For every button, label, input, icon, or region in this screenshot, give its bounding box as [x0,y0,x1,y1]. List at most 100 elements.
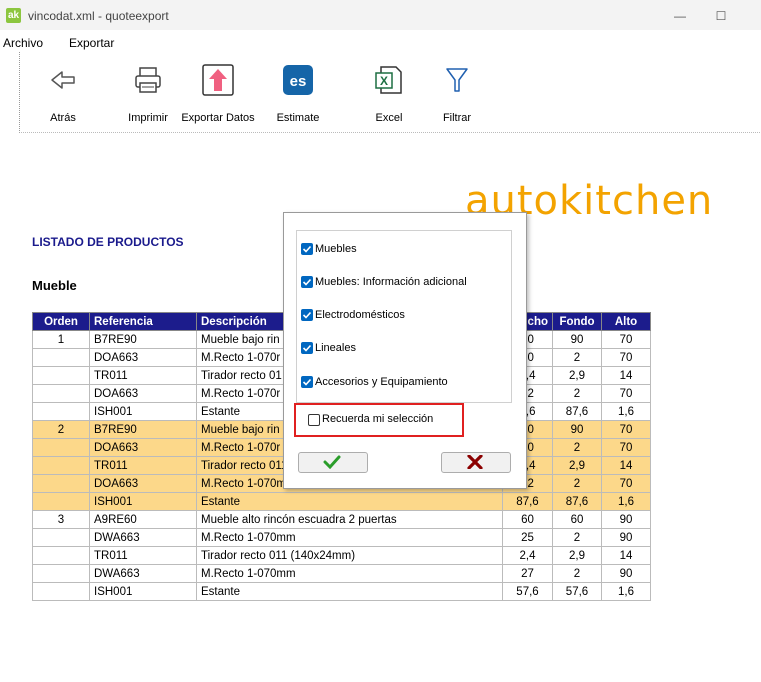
cell-fondo: 2 [552,564,602,583]
header-orden: Orden [32,312,90,331]
table-row: DWA663 M.Recto 1-070mm 25 2 90 [32,528,651,547]
window-title: vincodat.xml - quoteexport [28,9,169,23]
back-button[interactable]: Atrás [38,52,88,132]
checkbox-checked-icon[interactable] [301,243,313,255]
printer-icon [135,67,161,93]
cell-orden: 3 [32,510,90,529]
cell-referencia: DOA663 [89,438,197,457]
cell-alto: 90 [601,528,651,547]
cell-referencia: DOA663 [89,384,197,403]
header-alto: Alto [601,312,651,331]
toolbar: Atrás Imprimir Exportar Datos es Estimat… [19,52,761,133]
option-label: Muebles: Información adicional [315,276,467,288]
cell-referencia: DOA663 [89,474,197,493]
remember-selection-checkbox[interactable]: Recuerda mi selección [294,403,464,437]
option-label: Muebles [315,243,357,255]
cell-alto: 70 [601,474,651,493]
cell-ancho: 57,6 [502,582,553,601]
cell-referencia: B7RE90 [89,330,197,349]
cell-fondo: 2 [552,384,602,403]
cancel-button[interactable] [441,452,511,473]
cell-fondo: 57,6 [552,582,602,601]
red-x-icon [467,455,483,469]
cell-ancho: 27 [502,564,553,583]
back-arrow-icon [51,71,75,89]
back-label: Atrás [50,112,76,124]
cell-alto: 1,6 [601,402,651,421]
cell-descripcion: Tirador recto 011 (140x24mm) [196,546,503,565]
title-bar: ak vincodat.xml - quoteexport — ☐ [0,0,761,30]
header-referencia: Referencia [89,312,197,331]
table-row: TR011 Tirador recto 011 (140x24mm) 2,4 2,9 1… [32,546,651,565]
cell-orden: 1 [32,330,90,349]
cell-referencia: ISH001 [89,582,197,601]
cell-alto: 70 [601,420,651,439]
print-button[interactable]: Imprimir [116,52,180,132]
cell-referencia: TR011 [89,546,197,565]
cell-orden [32,438,90,457]
cell-alto: 14 [601,546,651,565]
estimate-button[interactable]: es Estimate [268,52,328,132]
menu-exportar[interactable]: Exportar [69,36,114,50]
filter-button[interactable]: Filtrar [432,52,482,132]
cell-alto: 90 [601,510,651,529]
cell-orden [32,348,90,367]
ok-button[interactable] [298,452,368,473]
cell-referencia: A9RE60 [89,510,197,529]
cell-fondo: 87,6 [552,402,602,421]
section-title: Mueble [32,278,77,293]
export-data-label: Exportar Datos [181,112,255,124]
cell-fondo: 2 [552,348,602,367]
table-row: 3 A9RE60 Mueble alto rincón escuadra 2 pue… [32,510,651,529]
cell-alto: 14 [601,456,651,475]
cell-descripcion: Mueble alto rincón escuadra 2 puertas [196,510,503,529]
cell-fondo: 90 [552,420,602,439]
checkbox-checked-icon[interactable] [301,376,313,388]
cell-referencia: DWA663 [89,564,197,583]
cell-referencia: TR011 [89,366,197,385]
cell-orden [32,528,90,547]
cell-alto: 90 [601,564,651,583]
cell-orden [32,474,90,493]
cell-fondo: 2 [552,528,602,547]
cell-orden [32,582,90,601]
cell-orden [32,384,90,403]
export-data-button[interactable]: Exportar Datos [178,52,258,132]
cell-referencia: TR011 [89,456,197,475]
cell-ancho: 2,4 [502,546,553,565]
filter-label: Filtrar [442,112,472,124]
app-logo-icon: ak [6,8,21,23]
cell-fondo: 2 [552,438,602,457]
minimize-button[interactable]: — [665,6,695,26]
option-label: Electrodomésticos [315,309,405,321]
cell-descripcion: M.Recto 1-070mm [196,564,503,583]
excel-icon: X [375,66,402,94]
cell-referencia: DOA663 [89,348,197,367]
print-label: Imprimir [128,112,168,124]
remember-checkbox-box[interactable] [308,414,320,426]
table-row: ISH001 Estante 57,6 57,6 1,6 [32,582,651,601]
maximize-button[interactable]: ☐ [706,6,736,26]
table-row: ISH001 Estante 87,6 87,6 1,6 [32,492,651,511]
cell-descripcion: Estante [196,492,503,511]
export-up-arrow-icon [202,64,234,96]
cell-alto: 70 [601,384,651,403]
cell-referencia: B7RE90 [89,420,197,439]
cell-alto: 70 [601,348,651,367]
checkbox-checked-icon[interactable] [301,342,313,354]
menu-archivo[interactable]: Archivo [3,36,43,50]
remember-selection-label: Recuerda mi selección [322,413,434,425]
cell-alto: 1,6 [601,582,651,601]
cell-referencia: DWA663 [89,528,197,547]
excel-button[interactable]: X Excel [364,52,414,132]
cell-fondo: 60 [552,510,602,529]
cell-ancho: 60 [502,510,553,529]
checkbox-checked-icon[interactable] [301,309,313,321]
cell-ancho: 25 [502,528,553,547]
cell-orden: 2 [32,420,90,439]
checkbox-checked-icon[interactable] [301,276,313,288]
cell-fondo: 90 [552,330,602,349]
cell-ancho: 87,6 [502,492,553,511]
cell-fondo: 87,6 [552,492,602,511]
cell-descripcion: Estante [196,582,503,601]
